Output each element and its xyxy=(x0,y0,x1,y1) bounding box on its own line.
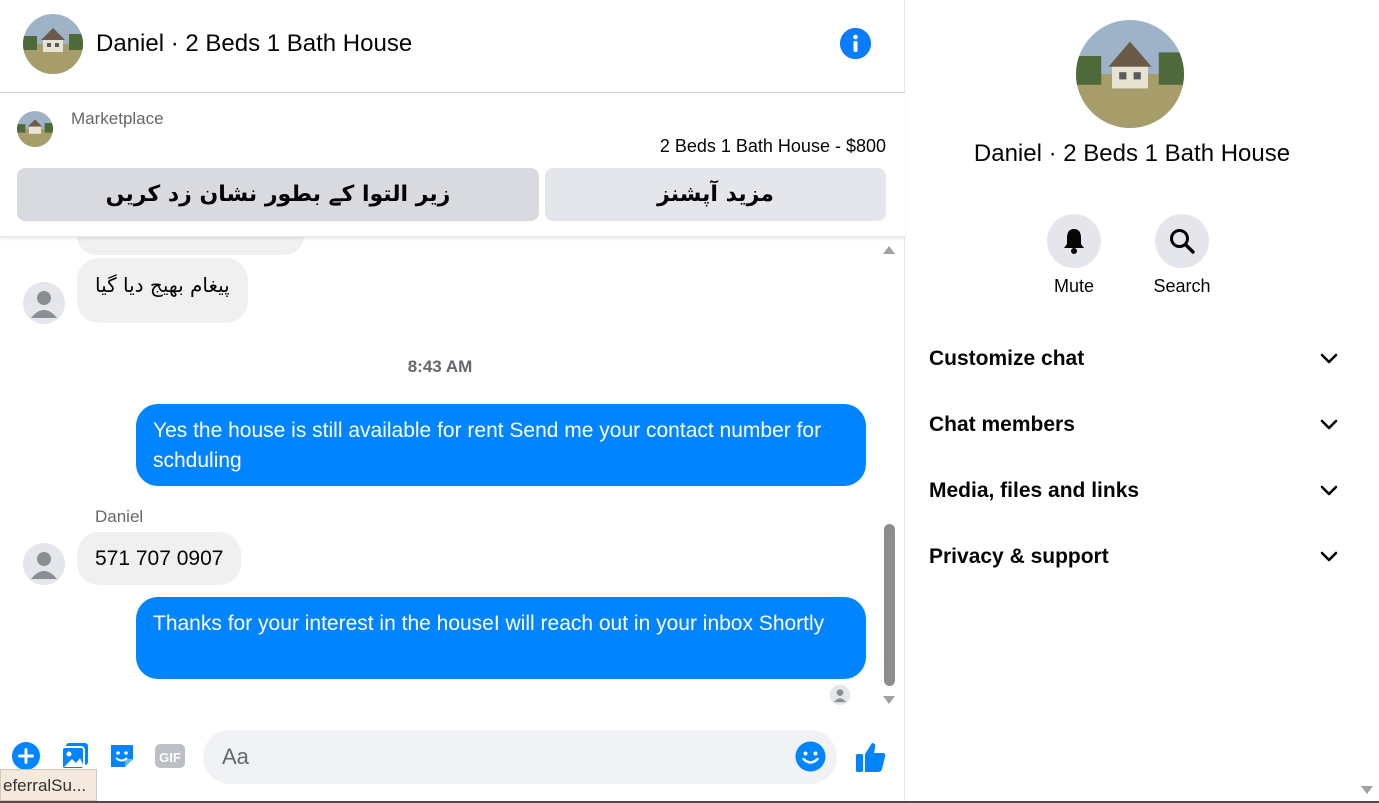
marketplace-label: Marketplace xyxy=(71,109,164,128)
privacy-support-section[interactable]: Privacy & support xyxy=(929,537,1339,577)
conversation-avatar-large[interactable] xyxy=(1076,20,1184,128)
chevron-down-icon xyxy=(1319,349,1339,369)
more-options-button[interactable]: مزید آپشنز xyxy=(545,168,886,221)
emoji-icon[interactable] xyxy=(795,741,826,772)
message-bubble-incoming[interactable]: پیغام بھیج دیا گیا xyxy=(77,258,248,323)
info-panel-title: Daniel · 2 Beds 1 Bath House xyxy=(973,140,1291,167)
scroll-down-arrow-icon[interactable] xyxy=(1361,786,1373,794)
message-list: پیغام بھیج دیا گیا 8:43 AM Yes the house… xyxy=(0,237,880,713)
message-bubble-incoming[interactable]: 571 707 0907 xyxy=(77,532,242,585)
customize-chat-section[interactable]: Customize chat xyxy=(929,339,1339,379)
plus-icon[interactable] xyxy=(10,740,42,772)
scroll-down-arrow-icon[interactable] xyxy=(883,696,895,704)
gif-icon[interactable]: GIF xyxy=(154,740,186,772)
info-icon[interactable] xyxy=(840,28,871,59)
svg-text:GIF: GIF xyxy=(159,750,181,765)
message-timestamp: 8:43 AM xyxy=(407,357,473,376)
avatar[interactable] xyxy=(23,543,65,585)
composer: GIF xyxy=(0,726,905,792)
sticker-icon[interactable] xyxy=(106,740,138,772)
chat-header: Daniel · 2 Beds 1 Bath House xyxy=(0,0,905,93)
conversation-title[interactable]: Daniel · 2 Beds 1 Bath House xyxy=(96,30,412,58)
listing-title-price[interactable]: 2 Beds 1 Bath House - $800 xyxy=(660,136,886,157)
conversation-avatar[interactable] xyxy=(23,14,83,74)
message-bubble-outgoing[interactable]: Thanks for your interest in the houseI w… xyxy=(136,597,866,679)
status-tooltip: eferralSu... xyxy=(0,769,97,801)
scroll-up-arrow-icon[interactable] xyxy=(883,246,895,254)
bell-icon[interactable] xyxy=(1047,214,1101,268)
mute-button[interactable]: Mute xyxy=(1044,214,1104,297)
mute-label: Mute xyxy=(1053,276,1095,296)
mark-as-pending-button[interactable]: زیر التوا کے بطور نشان زد کریں xyxy=(17,168,539,221)
messenger-window: Daniel · 2 Beds 1 Bath House Marketplace… xyxy=(0,0,1379,803)
section-label: Media, files and links xyxy=(929,479,1140,502)
search-button[interactable]: Search xyxy=(1152,214,1212,297)
chevron-down-icon xyxy=(1319,547,1339,567)
scrollbar-thumb[interactable] xyxy=(884,524,895,686)
message-bubble-outgoing[interactable]: Yes the house is still available for ren… xyxy=(136,404,866,486)
page-scrollbar[interactable] xyxy=(1358,0,1379,803)
search-icon[interactable] xyxy=(1155,214,1209,268)
search-label: Search xyxy=(1153,276,1211,296)
media-files-links-section[interactable]: Media, files and links xyxy=(929,471,1339,511)
message-bubble-partial xyxy=(77,237,304,255)
conversation-info-panel: Daniel · 2 Beds 1 Bath House Mute Search… xyxy=(906,0,1358,803)
avatar[interactable] xyxy=(23,282,65,324)
chat-pane: Daniel · 2 Beds 1 Bath House Marketplace… xyxy=(0,0,905,803)
marketplace-banner: Marketplace 2 Beds 1 Bath House - $800 ز… xyxy=(0,93,905,237)
section-label: Customize chat xyxy=(929,347,1085,370)
section-label: Privacy & support xyxy=(929,545,1109,568)
sender-name: Daniel xyxy=(95,507,144,526)
chat-members-section[interactable]: Chat members xyxy=(929,405,1339,445)
chevron-down-icon xyxy=(1319,481,1339,501)
section-label: Chat members xyxy=(929,413,1075,436)
chevron-down-icon xyxy=(1319,415,1339,435)
read-receipt-avatar xyxy=(830,685,850,705)
listing-thumbnail[interactable] xyxy=(17,111,53,147)
message-input[interactable] xyxy=(203,730,837,784)
photo-icon[interactable] xyxy=(59,740,91,772)
thumbs-up-icon[interactable] xyxy=(854,740,888,774)
